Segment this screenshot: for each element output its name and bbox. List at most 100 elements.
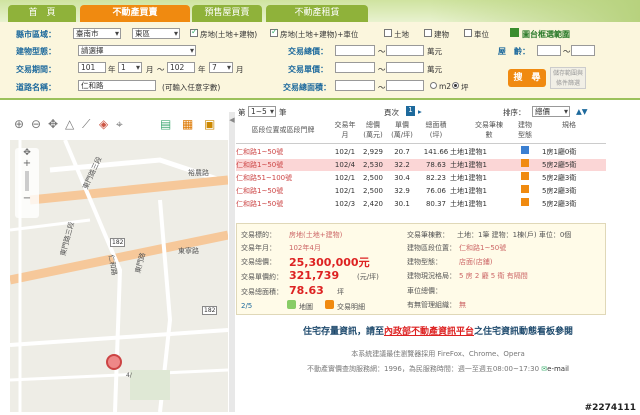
col-area[interactable]: 總面積(坪) xyxy=(422,120,450,140)
pan-icon[interactable]: ✥ xyxy=(48,117,58,131)
detail-manage-label: 有無管理組織： xyxy=(407,301,456,309)
pan-arrows-icon[interactable]: ✥ xyxy=(15,148,39,158)
unit-price-max-input[interactable] xyxy=(386,62,424,73)
map-button-icon[interactable] xyxy=(287,300,296,309)
map-road-label: 東寧路 xyxy=(178,247,199,255)
layers-icon[interactable]: ▤ xyxy=(160,117,171,131)
area-unit-ping-radio[interactable] xyxy=(452,82,459,89)
save-conditions-button[interactable]: 儲存範圍與條件篩選 xyxy=(550,67,586,89)
col-address[interactable]: 區段位置或區段門牌 xyxy=(236,124,330,136)
table-row[interactable]: 仁和路51~100號 102/1 2,500 30.4 82.23 土地1建物1 5房2廳3… xyxy=(236,172,606,184)
detail-form-label: 建物型態： xyxy=(407,258,442,266)
service-text: 不動產實價查詢服務網：1996，為民服務時間：週一至週五08:00~17:30 xyxy=(307,365,540,373)
map-zoom-in-icon[interactable]: + xyxy=(15,158,39,169)
type-checkbox-parking[interactable] xyxy=(464,29,472,37)
print-icon[interactable]: ▦ xyxy=(182,117,193,131)
area-sep: ～ xyxy=(378,83,386,92)
table-row[interactable]: 仁和路1~50號 102/1 2,929 20.7 141.66 土地1建物1 1房1廳0衛 xyxy=(236,146,606,158)
detail-count-value: 土地：1筆 建物：1棟(戶) 車位：0個 xyxy=(457,231,572,239)
tab-rent[interactable]: 不動產租賃 xyxy=(266,5,368,22)
per-page-select[interactable]: 1~5 xyxy=(248,106,276,117)
cell-layout: 5房2廳3衛 xyxy=(542,187,577,195)
map-zoom-out-icon[interactable]: − xyxy=(15,193,39,204)
type-checkbox-house[interactable] xyxy=(190,27,198,37)
cell-addr[interactable]: 仁和路1~50號 xyxy=(236,185,330,197)
cell-addr[interactable]: 仁和路1~50號 xyxy=(236,159,330,171)
notice-link[interactable]: 內政部不動產資訊平台 xyxy=(384,327,474,337)
area-max-input[interactable] xyxy=(386,80,424,91)
col-date[interactable]: 交易年月 xyxy=(334,120,356,140)
cell-addr[interactable]: 仁和路51~100號 xyxy=(236,172,330,184)
cell-addr[interactable]: 仁和路1~50號 xyxy=(236,198,330,210)
area-min-input[interactable] xyxy=(335,80,375,91)
cell-addr[interactable]: 仁和路1~50號 xyxy=(236,146,330,158)
age-max-input[interactable] xyxy=(571,45,595,56)
zoom-slider[interactable] xyxy=(25,171,29,191)
measure-distance-icon[interactable]: ⟋ xyxy=(82,117,90,132)
sort-desc-icon[interactable]: ▲▼ xyxy=(576,107,588,116)
marker-icon[interactable]: ◈ xyxy=(99,117,108,131)
road-input[interactable]: 仁和路 xyxy=(78,80,156,91)
age-sep: ～ xyxy=(563,47,571,56)
sort-select[interactable]: 總價 xyxy=(532,106,570,117)
total-price-max-input[interactable] xyxy=(386,45,424,56)
detail-unit-suffix: (元/坪) xyxy=(357,273,379,281)
search-button[interactable]: 搜 尋 xyxy=(508,69,546,87)
period-year-to-input[interactable]: 102 xyxy=(167,62,195,73)
col-unit[interactable]: 單價(萬/坪) xyxy=(390,120,414,140)
cell-area: 76.06 xyxy=(425,187,447,195)
panel-collapse-handle[interactable]: ◀ xyxy=(229,112,235,412)
district-select[interactable]: 東區 xyxy=(132,28,180,39)
period-year-from-input[interactable]: 101 xyxy=(78,62,106,73)
type-checkbox-land[interactable] xyxy=(384,29,392,37)
unit-price-label: 交易單價： xyxy=(288,65,328,74)
unit-price-min-input[interactable] xyxy=(335,62,375,73)
table-row[interactable]: 仁和路1~50號 102/3 2,420 30.1 80.37 土地1建物1 5房2廳3衛 xyxy=(236,198,606,210)
area-unit-ping-label: 坪 xyxy=(461,83,469,92)
table-row[interactable]: 仁和路1~50號 102/1 2,500 32.9 76.06 土地1建物1 5房2廳3衛 xyxy=(236,185,606,197)
locate-icon[interactable]: ⌖ xyxy=(116,117,123,132)
page-current[interactable]: 1 xyxy=(406,106,415,116)
detail-detail-button[interactable]: 交易明細 xyxy=(337,302,365,312)
total-price-min-input[interactable] xyxy=(335,45,375,56)
tab-presale[interactable]: 預售屋買賣 xyxy=(192,5,262,22)
col-type: 建物型態 xyxy=(518,121,532,139)
tab-home[interactable]: 首 頁 xyxy=(8,5,76,22)
zoom-in-icon[interactable]: ⊕ xyxy=(14,117,24,131)
header-decoration xyxy=(430,0,640,22)
table-row[interactable]: 仁和路1~50號 102/4 2,530 32.2 78.63 土地1建物1 5房2廳5衛 xyxy=(236,159,606,171)
page-next-icon[interactable]: ▸ xyxy=(418,107,422,116)
cell-total: 2,500 xyxy=(362,187,384,195)
map-scope-label[interactable]: 圖台框選範圍 xyxy=(522,29,570,40)
cell-area: 141.66 xyxy=(423,148,449,156)
detail-button-icon[interactable] xyxy=(325,300,334,309)
building-type-icon xyxy=(516,198,534,210)
col-layout: 規格 xyxy=(562,121,576,129)
period-year-unit-to: 年 xyxy=(198,65,206,74)
type-checkbox-house-parking[interactable] xyxy=(270,27,278,37)
map-view[interactable]: ✥ + − 東門路三段 裕農路 東門路三段 東寧路 仁和路 東門路 182 18… xyxy=(10,140,228,412)
building-type-select[interactable]: 請選擇 xyxy=(78,45,196,56)
type-checkbox-building[interactable] xyxy=(424,29,432,37)
period-month-to-select[interactable]: 7 xyxy=(209,62,233,73)
detail-map-button[interactable]: 地圖 xyxy=(299,302,313,312)
county-select[interactable]: 臺南市 xyxy=(73,28,121,39)
top-nav: 首 頁 不動產買賣 預售屋買賣 不動產租賃 xyxy=(0,0,640,22)
page-label: 頁次 xyxy=(384,108,399,117)
email-link[interactable]: e-mail xyxy=(547,365,569,373)
area-unit-m2-radio[interactable] xyxy=(430,82,437,89)
map-nav-control[interactable]: ✥ + − xyxy=(15,148,39,218)
col-total[interactable]: 總價(萬元) xyxy=(362,120,384,140)
period-month-from-select[interactable]: 1 xyxy=(118,62,142,73)
export-icon[interactable]: ▣ xyxy=(204,117,215,131)
measure-area-icon[interactable]: △ xyxy=(65,117,74,131)
tab-buy-sell[interactable]: 不動產買賣 xyxy=(80,5,190,22)
area-label: 交易總面積： xyxy=(283,83,331,92)
age-min-input[interactable] xyxy=(537,45,561,56)
browser-note: 本系統建議最佳瀏覽器採用 FireFox、Chrome、Opera xyxy=(351,350,525,358)
period-sep: ～ xyxy=(157,65,165,74)
map-location-pin-icon[interactable] xyxy=(106,354,122,370)
detail-total-label: 交易總價： xyxy=(241,258,276,266)
zoom-out-icon[interactable]: ⊖ xyxy=(31,117,41,131)
county-label: 縣市區域： xyxy=(16,30,56,39)
